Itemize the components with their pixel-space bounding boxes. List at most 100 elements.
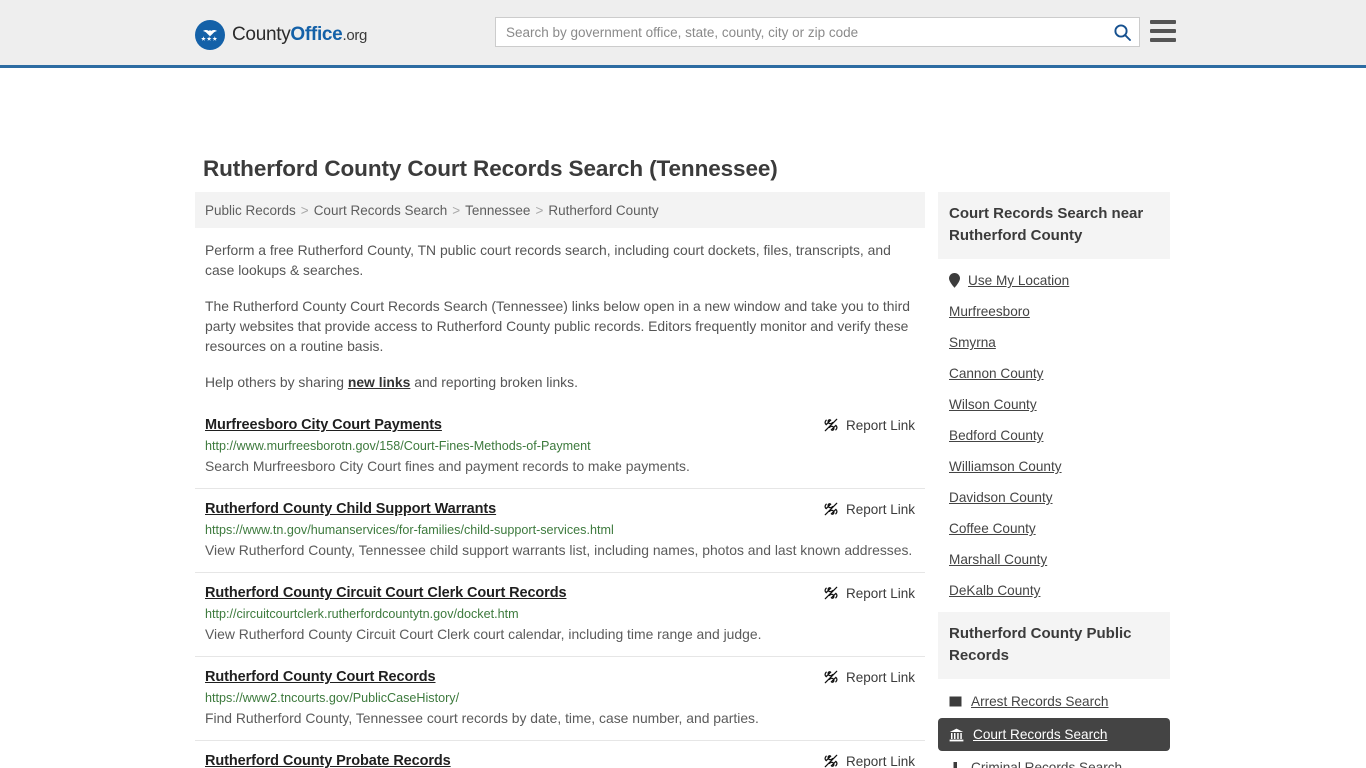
site-logo[interactable]: CountyOffice.org: [195, 20, 367, 50]
intro-paragraph-2: The Rutherford County Court Records Sear…: [195, 296, 925, 356]
result-item: Rutherford County Circuit Court Clerk Co…: [195, 572, 925, 656]
result-description: Search Murfreesboro City Court fines and…: [205, 456, 915, 476]
sidebar-item-wilson-county[interactable]: Wilson County: [938, 389, 1170, 420]
result-item: Rutherford County Child Support Warrants…: [195, 488, 925, 572]
document-icon: [949, 761, 962, 768]
result-title-link[interactable]: Rutherford County Child Support Warrants: [205, 501, 496, 517]
report-link-label: Report Link: [846, 418, 915, 433]
map-pin-icon: [949, 273, 960, 288]
hamburger-menu-icon[interactable]: [1150, 20, 1176, 42]
intro-text: Perform a free Rutherford County, TN pub…: [195, 240, 925, 392]
use-my-location-item[interactable]: Use My Location: [938, 265, 1170, 296]
report-link-button[interactable]: Report Link: [823, 585, 915, 601]
sidebar-item-cannon-county[interactable]: Cannon County: [938, 358, 1170, 389]
intro-paragraph-1: Perform a free Rutherford County, TN pub…: [195, 240, 925, 280]
sidebar-item-murfreesboro[interactable]: Murfreesboro: [938, 296, 1170, 327]
page-title: Rutherford County Court Records Search (…: [203, 156, 778, 182]
nearby-item-label: DeKalb County: [949, 583, 1040, 598]
broken-link-icon: [823, 753, 839, 768]
report-link-button[interactable]: Report Link: [823, 669, 915, 685]
nearby-item-label: Davidson County: [949, 490, 1053, 505]
breadcrumb-item-rutherford-county[interactable]: Rutherford County: [548, 203, 658, 218]
breadcrumb: Public Records > Court Records Search > …: [195, 192, 925, 228]
breadcrumb-item-public-records[interactable]: Public Records: [205, 203, 296, 218]
report-link-label: Report Link: [846, 502, 915, 517]
sidebar-item-williamson-county[interactable]: Williamson County: [938, 451, 1170, 482]
nearby-item-label: Wilson County: [949, 397, 1037, 412]
report-link-label: Report Link: [846, 670, 915, 685]
broken-link-icon: [823, 585, 839, 601]
breadcrumb-item-court-records-search[interactable]: Court Records Search: [314, 203, 448, 218]
result-title-link[interactable]: Rutherford County Probate Records: [205, 753, 451, 768]
result-url-link[interactable]: http://circuitcourtclerk.rutherfordcount…: [205, 607, 915, 621]
public-record-item-label: Arrest Records Search: [971, 694, 1109, 709]
hamburger-bar: [1150, 20, 1176, 24]
nearby-item-label: Smyrna: [949, 335, 996, 350]
result-url-link[interactable]: https://www2.tncourts.gov/PublicCaseHist…: [205, 691, 915, 705]
public-record-item-label: Criminal Records Search: [971, 760, 1122, 768]
result-title-link[interactable]: Rutherford County Court Records: [205, 669, 436, 685]
result-title-link[interactable]: Rutherford County Circuit Court Clerk Co…: [205, 585, 566, 601]
result-title-link[interactable]: Murfreesboro City Court Payments: [205, 417, 442, 433]
sidebar-item-arrest-records-search[interactable]: Arrest Records Search: [938, 685, 1170, 718]
public-records-panel: Rutherford County Public Records Arrest …: [938, 612, 1170, 768]
nearby-item-label: Cannon County: [949, 366, 1043, 381]
intro-p3-after: and reporting broken links.: [410, 374, 578, 390]
intro-paragraph-3: Help others by sharing new links and rep…: [195, 372, 925, 392]
nearby-item-label: Marshall County: [949, 552, 1047, 567]
search-button[interactable]: [1105, 18, 1139, 46]
result-item: Rutherford County Court Records Report L…: [195, 656, 925, 740]
courthouse-icon: [949, 728, 964, 742]
search-bar: [495, 17, 1140, 47]
report-link-button[interactable]: Report Link: [823, 417, 915, 433]
nearby-panel-heading: Court Records Search near Rutherford Cou…: [938, 192, 1170, 259]
result-item: Murfreesboro City Court Payments Report …: [195, 410, 925, 488]
public-records-list: Arrest Records Search Court Recor: [938, 679, 1170, 768]
intro-p3-before: Help others by sharing: [205, 374, 348, 390]
hamburger-bar: [1150, 29, 1176, 33]
result-item: Rutherford County Probate Records Report…: [195, 740, 925, 768]
logo-text-county: County: [232, 24, 290, 45]
sidebar: Court Records Search near Rutherford Cou…: [938, 192, 1170, 768]
breadcrumb-separator: >: [301, 203, 309, 218]
result-url-link[interactable]: https://www.tn.gov/humanservices/for-fam…: [205, 523, 915, 537]
site-header: CountyOffice.org: [0, 0, 1366, 68]
report-link-button[interactable]: Report Link: [823, 501, 915, 517]
search-icon: [1113, 23, 1132, 42]
broken-link-icon: [823, 417, 839, 433]
result-description: Find Rutherford County, Tennessee court …: [205, 708, 915, 728]
results-list: Murfreesboro City Court Payments Report …: [195, 410, 925, 768]
broken-link-icon: [823, 501, 839, 517]
sidebar-item-coffee-county[interactable]: Coffee County: [938, 513, 1170, 544]
report-link-label: Report Link: [846, 586, 915, 601]
nearby-item-label: Bedford County: [949, 428, 1043, 443]
new-links-link[interactable]: new links: [348, 374, 411, 390]
eagle-seal-icon: [195, 20, 225, 50]
sidebar-item-bedford-county[interactable]: Bedford County: [938, 420, 1170, 451]
nearby-list: Use My Location Murfreesboro Smyrna Cann…: [938, 259, 1170, 606]
hamburger-bar: [1150, 38, 1176, 42]
sidebar-item-marshall-county[interactable]: Marshall County: [938, 544, 1170, 575]
breadcrumb-separator: >: [535, 203, 543, 218]
breadcrumb-item-tennessee[interactable]: Tennessee: [465, 203, 530, 218]
sidebar-item-criminal-records-search[interactable]: Criminal Records Search: [938, 751, 1170, 768]
result-url-link[interactable]: http://www.murfreesborotn.gov/158/Court-…: [205, 439, 915, 453]
broken-link-icon: [823, 669, 839, 685]
breadcrumb-separator: >: [452, 203, 460, 218]
fingerprint-icon: [949, 695, 962, 708]
logo-text-org: .org: [342, 27, 367, 44]
sidebar-item-court-records-search[interactable]: Court Records Search: [938, 718, 1170, 751]
sidebar-item-dekalb-county[interactable]: DeKalb County: [938, 575, 1170, 606]
result-description: View Rutherford County, Tennessee child …: [205, 540, 915, 560]
report-link-button[interactable]: Report Link: [823, 753, 915, 768]
sidebar-item-davidson-county[interactable]: Davidson County: [938, 482, 1170, 513]
result-description: View Rutherford County Circuit Court Cle…: [205, 624, 915, 644]
main-content: Public Records > Court Records Search > …: [195, 192, 925, 768]
nearby-item-label: Williamson County: [949, 459, 1062, 474]
search-input[interactable]: [496, 18, 1105, 46]
nearby-item-label: Murfreesboro: [949, 304, 1030, 319]
public-records-panel-heading: Rutherford County Public Records: [938, 612, 1170, 679]
report-link-label: Report Link: [846, 754, 915, 768]
sidebar-item-smyrna[interactable]: Smyrna: [938, 327, 1170, 358]
site-logo-text: CountyOffice.org: [232, 24, 367, 46]
